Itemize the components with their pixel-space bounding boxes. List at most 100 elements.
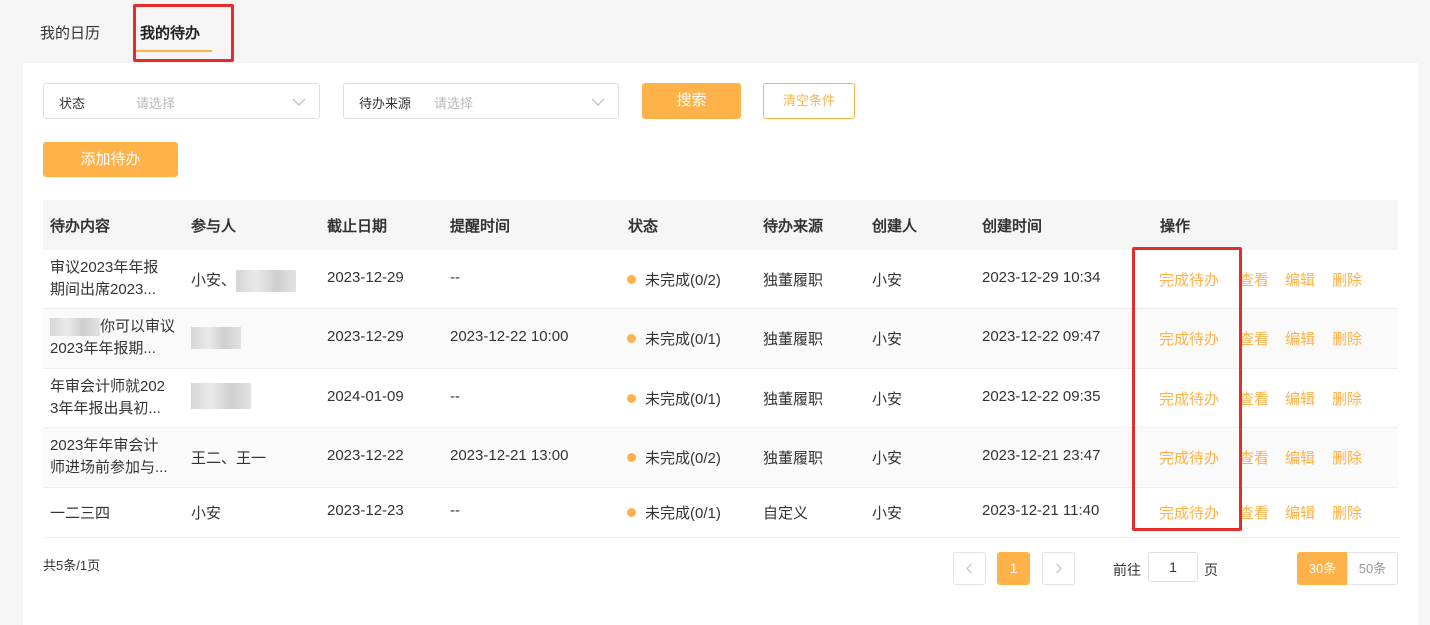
participants xyxy=(191,383,251,409)
deadline: 2023-12-29 xyxy=(327,269,404,286)
blurred-text xyxy=(50,318,100,337)
tab-bar: 我的日历 我的待办 xyxy=(0,0,1430,60)
deadline: 2024-01-09 xyxy=(327,388,404,405)
creator: 小安 xyxy=(872,391,903,408)
created-time: 2023-12-29 10:34 xyxy=(982,269,1101,286)
creator: 小安 xyxy=(872,272,903,289)
active-tab-indicator xyxy=(136,50,212,52)
chevron-down-icon xyxy=(292,98,306,106)
complete-todo-link[interactable]: 完成待办 xyxy=(1159,388,1219,409)
edit-link[interactable]: 编辑 xyxy=(1285,269,1315,290)
view-link[interactable]: 查看 xyxy=(1239,388,1269,409)
todo-source: 独董履职 xyxy=(763,272,824,289)
prev-page-button[interactable] xyxy=(953,552,986,585)
complete-todo-link[interactable]: 完成待办 xyxy=(1159,502,1219,523)
table-row: 审议2023年年报 期间出席2023... 小安、 2023-12-29 -- 未… xyxy=(43,250,1398,309)
view-link[interactable]: 查看 xyxy=(1239,269,1269,290)
edit-link[interactable]: 编辑 xyxy=(1285,502,1315,523)
status-text: 未完成(0/1) xyxy=(645,505,721,522)
delete-link[interactable]: 删除 xyxy=(1332,502,1362,523)
deadline: 2023-12-23 xyxy=(327,502,404,519)
blurred-name xyxy=(236,270,297,293)
delete-link[interactable]: 删除 xyxy=(1332,269,1362,290)
header-content: 待办内容 xyxy=(50,218,111,235)
creator: 小安 xyxy=(872,331,903,348)
edit-link[interactable]: 编辑 xyxy=(1285,447,1315,468)
delete-link[interactable]: 删除 xyxy=(1332,447,1362,468)
source-select-placeholder: 请选择 xyxy=(434,96,474,111)
participants xyxy=(191,327,241,349)
status-text: 未完成(0/2) xyxy=(645,272,721,289)
header-deadline: 截止日期 xyxy=(327,218,388,235)
next-page-button[interactable] xyxy=(1042,552,1075,585)
edit-link[interactable]: 编辑 xyxy=(1285,388,1315,409)
todo-content[interactable]: 一二三四 xyxy=(50,502,110,523)
created-time: 2023-12-21 23:47 xyxy=(982,447,1101,464)
participants: 小安、 xyxy=(191,269,297,293)
created-time: 2023-12-22 09:47 xyxy=(982,328,1101,345)
table-row: 年审会计师就202 3年年报出具初... 2024-01-09 -- 未完成(0/… xyxy=(43,369,1398,428)
todo-source: 独董履职 xyxy=(763,391,824,408)
add-todo-button[interactable]: 添加待办 xyxy=(43,142,178,177)
todo-source: 自定义 xyxy=(763,505,809,522)
view-link[interactable]: 查看 xyxy=(1239,447,1269,468)
source-select-label: 待办来源 xyxy=(359,96,412,111)
header-source: 待办来源 xyxy=(763,218,824,235)
participants: 小安 xyxy=(191,505,222,522)
view-link[interactable]: 查看 xyxy=(1239,502,1269,523)
status-dot xyxy=(627,453,636,462)
clear-filters-button[interactable]: 清空条件 xyxy=(763,83,855,119)
page-size-50-button[interactable]: 50条 xyxy=(1347,552,1398,585)
total-count: 共5条/1页 xyxy=(43,558,101,573)
table-row: 一二三四 小安 2023-12-23 -- 未完成(0/1) 自定义 小安 20… xyxy=(43,488,1398,538)
delete-link[interactable]: 删除 xyxy=(1332,388,1362,409)
creator: 小安 xyxy=(872,450,903,467)
page-size-30-button[interactable]: 30条 xyxy=(1297,552,1348,585)
goto-suffix: 页 xyxy=(1204,562,1218,578)
todo-content[interactable]: 2023年年审会计 师进场前参加与... xyxy=(50,435,180,479)
remind-time: 2023-12-21 13:00 xyxy=(450,447,569,464)
remind-time: -- xyxy=(450,388,460,405)
delete-link[interactable]: 删除 xyxy=(1332,328,1362,349)
blurred-name xyxy=(191,327,241,349)
deadline: 2023-12-22 xyxy=(327,447,404,464)
view-link[interactable]: 查看 xyxy=(1239,328,1269,349)
status-text: 未完成(0/1) xyxy=(645,331,721,348)
complete-todo-link[interactable]: 完成待办 xyxy=(1159,447,1219,468)
table-header: 待办内容 参与人 截止日期 提醒时间 状态 待办来源 创建人 创建时间 操作 xyxy=(43,200,1398,250)
todo-content[interactable]: 审议2023年年报 期间出席2023... xyxy=(50,257,180,301)
todo-content[interactable]: 你可以审议 2023年年报期... xyxy=(50,316,180,360)
todo-source: 独董履职 xyxy=(763,331,824,348)
status-select-label: 状态 xyxy=(59,96,86,111)
complete-todo-link[interactable]: 完成待办 xyxy=(1159,328,1219,349)
goto-page-input[interactable]: 1 xyxy=(1148,552,1198,582)
status-dot xyxy=(627,508,636,517)
chevron-left-icon xyxy=(966,563,972,574)
header-creator: 创建人 xyxy=(872,218,918,235)
creator: 小安 xyxy=(872,505,903,522)
remind-time: 2023-12-22 10:00 xyxy=(450,328,569,345)
source-select[interactable]: 待办来源 请选择 xyxy=(343,83,619,119)
status-dot xyxy=(627,334,636,343)
table-row: 2023年年审会计 师进场前参加与... 王二、王一 2023-12-22 202… xyxy=(43,428,1398,488)
participants: 王二、王一 xyxy=(191,450,267,467)
tab-my-calendar[interactable]: 我的日历 xyxy=(40,22,100,43)
complete-todo-link[interactable]: 完成待办 xyxy=(1159,269,1219,290)
todo-content[interactable]: 年审会计师就202 3年年报出具初... xyxy=(50,376,180,420)
tab-my-todo[interactable]: 我的待办 xyxy=(140,22,200,43)
remind-time: -- xyxy=(450,502,460,519)
goto-prefix: 前往 xyxy=(1113,562,1141,578)
status-select[interactable]: 状态 请选择 xyxy=(43,83,320,119)
status-dot xyxy=(627,275,636,284)
header-created-time: 创建时间 xyxy=(982,218,1043,235)
search-button[interactable]: 搜索 xyxy=(642,83,741,119)
page-1-button[interactable]: 1 xyxy=(997,552,1030,585)
status-select-placeholder: 请选择 xyxy=(136,96,176,111)
todo-source: 独董履职 xyxy=(763,450,824,467)
status-text: 未完成(0/2) xyxy=(645,450,721,467)
status-text: 未完成(0/1) xyxy=(645,391,721,408)
created-time: 2023-12-21 11:40 xyxy=(982,502,1100,519)
header-status: 状态 xyxy=(628,218,659,235)
edit-link[interactable]: 编辑 xyxy=(1285,328,1315,349)
header-participants: 参与人 xyxy=(191,218,237,235)
